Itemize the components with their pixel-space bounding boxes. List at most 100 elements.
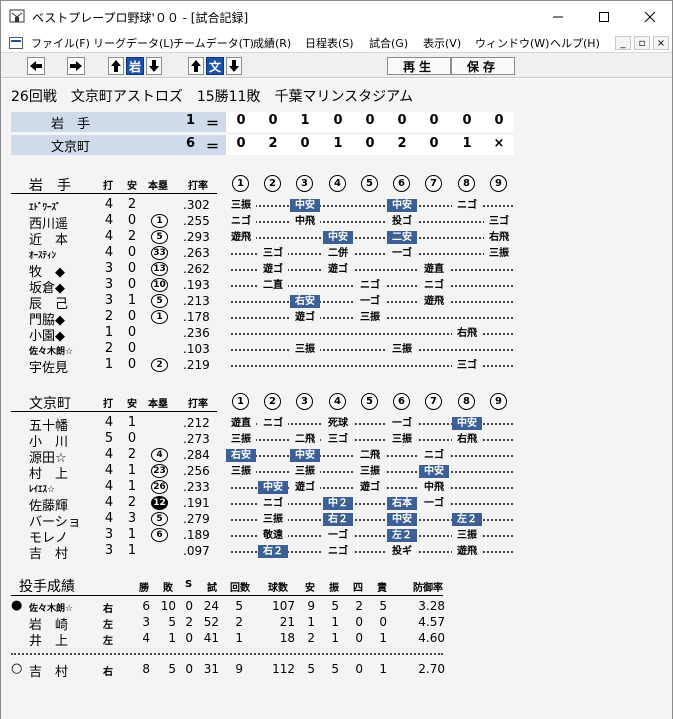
scoreboard-inning-score: 0 <box>236 136 246 151</box>
batter-hits: 0 <box>127 213 137 228</box>
batter-average: .213 <box>183 294 210 308</box>
pitcher-stat-w: 8 <box>142 662 150 676</box>
plate-appearance-result: 左２ <box>452 513 482 526</box>
next-button[interactable] <box>67 57 85 75</box>
plate-appearance-result: 三振 <box>226 199 256 212</box>
batter-at-bats: 4 <box>104 245 114 260</box>
prev-button[interactable] <box>27 57 45 75</box>
pitcher-stat-np: 18 <box>279 631 295 645</box>
pitcher-stat-bb: 2 <box>355 599 363 613</box>
plate-appearance-result: 中安 <box>387 513 417 526</box>
scoreboard-equals: ＝ <box>206 140 220 155</box>
batter-name[interactable]: 宇佐見 <box>29 357 68 376</box>
play-button[interactable]: 再生 <box>387 57 451 75</box>
mdi-close-button[interactable]: × <box>653 36 669 50</box>
menu-team-data[interactable]: チームデータ(T) <box>173 35 254 51</box>
menu-game[interactable]: 試合(G) <box>369 35 408 51</box>
maximize-button[interactable] <box>581 1 627 33</box>
plate-appearance-result: 右安 <box>226 449 256 462</box>
pitcher-stat-k: 1 <box>331 631 339 645</box>
batter-average: .193 <box>183 278 210 292</box>
baseball-app-icon <box>9 9 25 23</box>
team-iwate-toggle[interactable]: 岩 <box>126 57 144 75</box>
document-icon[interactable] <box>9 37 23 49</box>
inning-header: 6 <box>393 175 410 192</box>
pitcher-stat-w: 3 <box>142 615 150 629</box>
batter-at-bats: 4 <box>104 511 114 526</box>
iwate-down-button[interactable] <box>146 57 162 75</box>
pitcher-stat-h: 1 <box>307 615 315 629</box>
col-header-hr: 本塁 <box>148 181 168 192</box>
close-icon <box>644 11 656 23</box>
batter-name[interactable]: 近 本 <box>29 229 68 248</box>
batter-average: .302 <box>183 198 210 212</box>
plate-appearance-result: 三振 <box>484 247 514 260</box>
menu-file[interactable]: ファイル(F) <box>31 35 90 51</box>
menu-window[interactable]: ウィンドウ(W) <box>475 35 549 51</box>
inning-header: 5 <box>361 175 378 192</box>
plate-appearance-result: 右２ <box>323 513 353 526</box>
inning-header: 6 <box>393 393 410 410</box>
minimize-icon <box>553 16 563 18</box>
team-bunkyo-toggle[interactable]: 文 <box>206 57 224 75</box>
plate-appearance-result: 中飛 <box>419 481 449 494</box>
batter-name[interactable]: 村 上 <box>29 463 68 482</box>
batter-name[interactable]: 吉 村 <box>29 543 68 562</box>
batter-home-runs: 1 <box>151 310 168 324</box>
plate-appearance-result: 一ゴ <box>387 417 417 430</box>
bunkyo-up-button[interactable] <box>188 57 204 75</box>
pitching-title: 投手成績 <box>19 579 75 595</box>
pitching-col-header: 安 <box>305 583 315 594</box>
scoreboard-inning-score: 2 <box>397 136 407 151</box>
batter-average: .219 <box>183 358 210 372</box>
mdi-restore-button[interactable]: ▫ <box>634 36 650 50</box>
pitcher-name[interactable]: 井 上 <box>29 630 68 649</box>
batter-average: .255 <box>183 214 210 228</box>
batter-home-runs: 33 <box>151 246 168 260</box>
pitcher-name[interactable]: 吉 村 <box>29 661 68 680</box>
title-bar[interactable]: ベストプレープロ野球'００ - [試合記録] <box>1 1 672 33</box>
menu-stats[interactable]: 成績(R) <box>253 35 291 51</box>
plate-appearance-result: 中飛 <box>290 215 320 228</box>
batter-name[interactable]: ｴﾄﾞﾜｰｽﾞ <box>29 200 61 213</box>
batter-name[interactable]: ﾚｲｴｽ☆ <box>29 482 55 495</box>
arrow-left-icon <box>30 61 42 71</box>
save-button[interactable]: 保存 <box>451 57 515 75</box>
scoreboard-inning-score: 0 <box>429 136 439 151</box>
plate-appearance-result: 投ゴ <box>387 215 417 228</box>
pitcher-name[interactable]: 佐々木朗☆ <box>29 601 73 614</box>
batter-at-bats: 1 <box>104 325 114 340</box>
scoreboard-team-name: 文京町 <box>51 140 91 155</box>
menu-schedule[interactable]: 日程表(S) <box>305 35 354 51</box>
batter-hits: 0 <box>127 431 137 446</box>
menu-help[interactable]: ヘルプ(H) <box>550 35 600 51</box>
batter-name[interactable]: ｵｰｽﾃｨﾝ <box>29 248 56 261</box>
plate-appearance-result: 中安 <box>452 417 482 430</box>
bunkyo-down-button[interactable] <box>226 57 242 75</box>
batter-name[interactable]: 佐々木朗☆ <box>29 344 73 357</box>
menu-league-data[interactable]: リーグデータ(L) <box>93 35 174 51</box>
close-button[interactable] <box>627 1 673 33</box>
col-header-hr: 本塁 <box>148 399 168 410</box>
plate-appearance-result: 中２ <box>323 497 353 510</box>
minimize-button[interactable] <box>535 1 581 33</box>
batter-at-bats: 2 <box>104 309 114 324</box>
batter-at-bats: 4 <box>104 495 114 510</box>
plate-appearance-result: 一ゴ <box>323 529 353 542</box>
mdi-minimize-button[interactable]: _ <box>615 36 631 50</box>
menu-view[interactable]: 表示(V) <box>423 35 461 51</box>
pitcher-stat-k: 1 <box>331 615 339 629</box>
scoreboard-inning-score: 2 <box>268 136 278 151</box>
plate-appearance-result: 三ゴ <box>323 433 353 446</box>
batter-at-bats: 5 <box>104 431 114 446</box>
batter-average: .263 <box>183 246 210 260</box>
batter-average: .191 <box>183 496 210 510</box>
iwate-up-button[interactable] <box>108 57 124 75</box>
batter-at-bats: 4 <box>104 447 114 462</box>
pitching-col-header: 責 <box>377 583 387 594</box>
plate-appearance-result: 三振 <box>290 465 320 478</box>
plate-appearance-result: 右２ <box>258 545 288 558</box>
batter-hits: 3 <box>127 511 137 526</box>
batter-name[interactable]: 小園◆ <box>29 325 65 344</box>
plate-appearance-result: 三振 <box>226 465 256 478</box>
